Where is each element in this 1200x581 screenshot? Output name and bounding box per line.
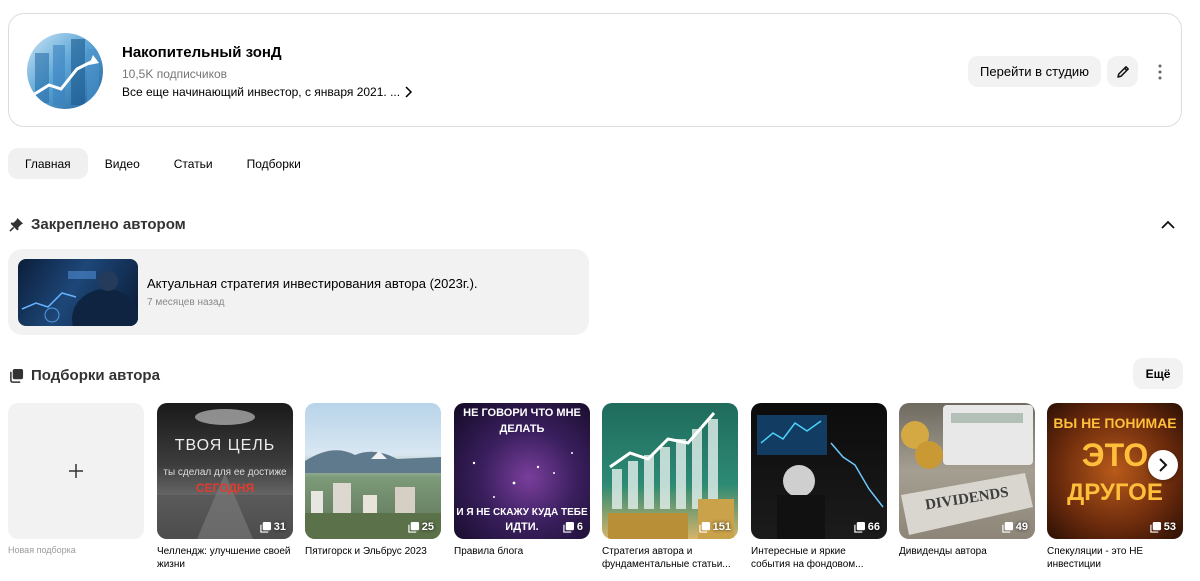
overlay-line-1: ВЫ НЕ ПОНИМАЕ <box>1053 415 1177 431</box>
item-count: 25 <box>421 521 434 533</box>
pinned-article-time: 7 месяцев назад <box>147 297 225 308</box>
pinned-article-card[interactable]: Актуальная стратегия инвестирования авто… <box>8 249 589 335</box>
pinned-section-header: Закреплено автором <box>9 216 186 233</box>
dividends-image <box>901 405 1033 535</box>
overlay-line-3: СЕГОДНЯ <box>195 481 255 495</box>
trader-image <box>757 415 884 539</box>
collection-thumbnail: DIVIDENDS 49 <box>899 403 1035 539</box>
avatar-chart-image <box>32 39 99 105</box>
go-to-studio-button[interactable]: Перейти в студию <box>968 56 1101 87</box>
chevron-right-icon <box>1159 458 1168 472</box>
collection-card[interactable]: 151 Стратегия автора и фундаментальные с… <box>602 403 738 571</box>
pinned-heading: Закреплено автором <box>31 216 186 233</box>
channel-title: Накопительный зонД <box>122 44 282 61</box>
chevron-up-icon <box>1161 220 1175 229</box>
stack-icon <box>260 521 271 533</box>
pinned-article-title: Актуальная стратегия инвестирования авто… <box>147 276 478 291</box>
scroll-next-button[interactable] <box>1148 450 1178 480</box>
item-count-badge: 6 <box>563 521 583 533</box>
stack-icon <box>1150 521 1161 533</box>
collection-card[interactable]: НЕ ГОВОРИ ЧТО МНЕ ДЕЛАТЬ И Я НЕ СКАЖУ КУ… <box>454 403 590 558</box>
item-count: 31 <box>273 521 286 533</box>
channel-header-card: Накопительный зонД 10,5K подписчиков Все… <box>8 13 1182 127</box>
item-count: 49 <box>1015 521 1028 533</box>
pin-icon <box>9 217 24 232</box>
chevron-right-icon <box>405 86 413 98</box>
tab-main[interactable]: Главная <box>8 148 88 179</box>
collection-title: Дивиденды автора <box>899 546 987 557</box>
collection-card[interactable]: ВЫ НЕ ПОНИМАЕ ЭТО ДРУГОЕ 53 Спекуляции -… <box>1047 403 1183 571</box>
overlay-line-1: ТВОЯ ЦЕЛЬ <box>174 437 276 454</box>
item-count: 151 <box>712 521 731 533</box>
overlay-text: ТВОЯ ЦЕЛЬ <box>157 437 293 455</box>
overlay-line-2: ты сделал для ее достиже <box>163 467 287 478</box>
edit-button[interactable] <box>1107 56 1138 87</box>
item-count: 66 <box>867 521 880 533</box>
subscriber-count: 10,5K подписчиков <box>122 67 228 81</box>
item-count: 53 <box>1163 521 1176 533</box>
collection-title: Стратегия автора и фундаментальные стать… <box>602 546 731 570</box>
collection-thumbnail: ТВОЯ ЦЕЛЬ ты сделал для ее достиже СЕГОД… <box>157 403 293 539</box>
tab-articles[interactable]: Статьи <box>157 148 230 179</box>
stack-icon <box>854 521 865 533</box>
overlay-line-3: И Я НЕ СКАЖУ КУДА ТЕБЕ <box>456 507 588 518</box>
collapse-button[interactable] <box>1158 215 1178 233</box>
overlay-line-1: НЕ ГОВОРИ ЧТО МНЕ <box>463 407 581 419</box>
collections-section-header: Подборки автора <box>9 367 160 384</box>
item-count-badge: 31 <box>260 521 286 533</box>
collection-thumbnail: 66 <box>751 403 887 539</box>
tab-video[interactable]: Видео <box>88 148 157 179</box>
collection-title: Челлендж: улучшение своей жизни <box>157 546 291 570</box>
item-count: 6 <box>576 521 583 533</box>
collection-title: Пятигорск и Эльбрус 2023 <box>305 546 427 557</box>
collections-heading: Подборки автора <box>31 367 160 384</box>
collection-card[interactable]: ТВОЯ ЦЕЛЬ ты сделал для ее достиже СЕГОД… <box>157 403 293 571</box>
item-count-badge: 66 <box>854 521 880 533</box>
city-landscape-image <box>305 450 441 539</box>
item-count-badge: 53 <box>1150 521 1176 533</box>
overlay-line-2: ДЕЛАТЬ <box>499 423 545 435</box>
kebab-menu-icon <box>1158 64 1162 80</box>
stack-icon <box>563 521 574 533</box>
stack-icon <box>1002 521 1013 533</box>
new-collection-label: Новая подборка <box>8 545 76 555</box>
stack-icon <box>698 521 710 533</box>
collection-thumbnail: 151 <box>602 403 738 539</box>
collection-card[interactable]: DIVIDENDS 49 Дивиденды автора <box>899 403 1035 558</box>
collection-thumbnail: 25 <box>305 403 441 539</box>
tab-collections[interactable]: Подборки <box>230 148 318 179</box>
item-count-badge: 151 <box>698 521 731 533</box>
pinned-article-thumbnail <box>18 259 138 326</box>
more-collections-button[interactable]: Ещё <box>1133 358 1183 389</box>
growth-chart-image <box>608 412 734 539</box>
new-collection-tile[interactable] <box>8 403 144 539</box>
collection-title: Интересные и яркие события на фондовом..… <box>751 546 864 570</box>
channel-description-text: Все еще начинающий инвестор, с января 20… <box>122 85 401 99</box>
item-count-badge: 25 <box>408 521 434 533</box>
channel-tabs: Главная Видео Статьи Подборки <box>8 148 318 179</box>
pencil-icon <box>1116 65 1129 78</box>
collections-icon <box>10 368 24 383</box>
collection-title: Правила блога <box>454 546 524 557</box>
collection-card[interactable]: 25 Пятигорск и Эльбрус 2023 <box>305 403 441 558</box>
more-options-button[interactable] <box>1149 60 1171 84</box>
businessman-image <box>21 271 138 326</box>
overlay-line-3: ДРУГОЕ <box>1067 479 1163 506</box>
collection-title: Спекуляции - это НЕ инвестиции <box>1047 546 1144 570</box>
collection-thumbnail: НЕ ГОВОРИ ЧТО МНЕ ДЕЛАТЬ И Я НЕ СКАЖУ КУ… <box>454 403 590 539</box>
channel-description[interactable]: Все еще начинающий инвестор, с января 20… <box>122 85 413 99</box>
channel-avatar[interactable] <box>27 33 103 109</box>
plus-icon <box>69 464 83 478</box>
stack-icon <box>408 521 419 533</box>
collection-card[interactable]: 66 Интересные и яркие события на фондово… <box>751 403 887 571</box>
item-count-badge: 49 <box>1002 521 1028 533</box>
